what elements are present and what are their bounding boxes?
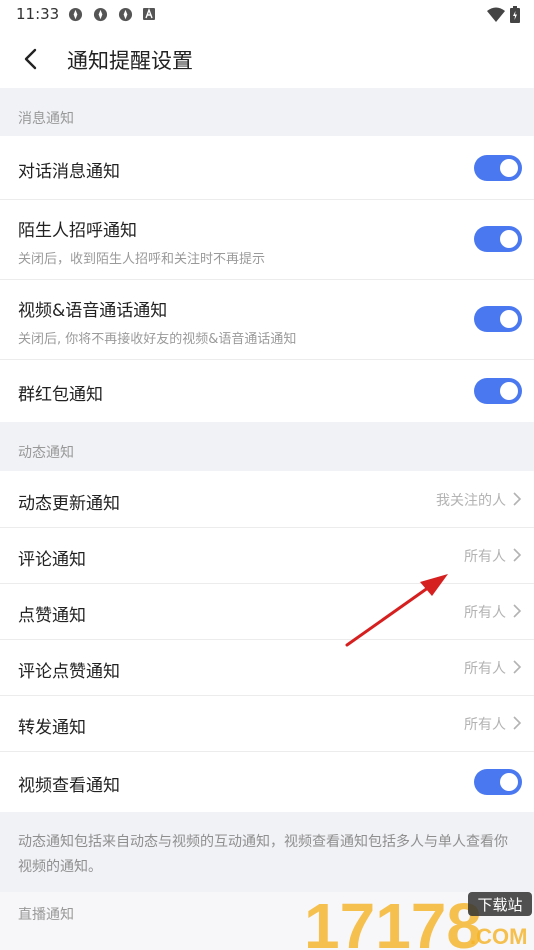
watermark-badge: 下载站 bbox=[477, 896, 522, 914]
annotation-arrow bbox=[345, 574, 448, 647]
watermark-logo: 17178 下载站 .COM bbox=[304, 890, 532, 950]
watermark-text: 17178 bbox=[304, 890, 482, 950]
watermark-domain: .COM bbox=[470, 924, 527, 949]
